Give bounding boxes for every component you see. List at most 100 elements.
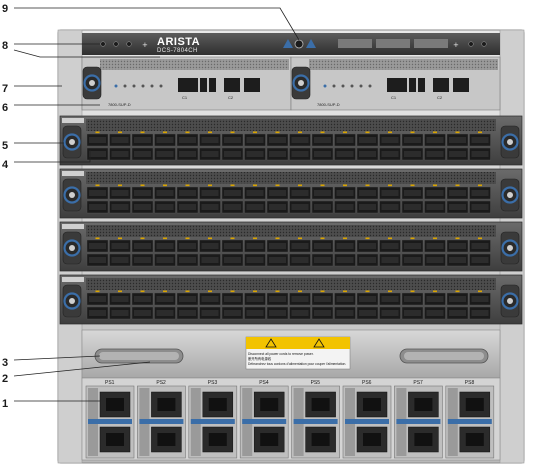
power-supply-label: PS3 bbox=[208, 380, 218, 386]
mgmt-port[interactable] bbox=[433, 78, 449, 92]
port-led bbox=[455, 131, 460, 134]
psu-latch-bar[interactable] bbox=[190, 419, 235, 424]
port-led bbox=[410, 237, 415, 240]
power-inlet[interactable] bbox=[157, 398, 176, 411]
linecard-ejector-right[interactable] bbox=[500, 284, 520, 318]
screw-icon bbox=[126, 41, 132, 47]
port-led bbox=[230, 184, 235, 187]
linecard-ejector-left[interactable] bbox=[62, 178, 82, 212]
power-supply-1: PS1 bbox=[85, 380, 135, 459]
linecard-ejector-right[interactable] bbox=[500, 231, 520, 265]
power-inlet[interactable] bbox=[363, 398, 381, 411]
power-inlet[interactable] bbox=[311, 398, 330, 411]
port-led bbox=[455, 237, 460, 240]
port-led bbox=[478, 131, 482, 134]
status-led bbox=[132, 84, 136, 88]
power-supply-label: PS2 bbox=[156, 380, 166, 386]
port-led bbox=[230, 237, 235, 240]
port-led bbox=[410, 290, 415, 293]
power-inlet[interactable] bbox=[260, 398, 279, 411]
port-led bbox=[208, 290, 212, 293]
usb-port[interactable] bbox=[409, 78, 416, 92]
power-inlet[interactable] bbox=[363, 433, 381, 446]
power-inlet[interactable] bbox=[157, 433, 176, 446]
console-port[interactable] bbox=[387, 78, 407, 92]
psu-latch-bar[interactable] bbox=[447, 419, 492, 424]
screw-icon bbox=[481, 41, 487, 47]
power-inlet[interactable] bbox=[208, 433, 227, 446]
power-inlet[interactable] bbox=[311, 433, 330, 446]
callout-number: 2 bbox=[2, 373, 8, 385]
power-supply-label: PS7 bbox=[413, 380, 423, 386]
status-led bbox=[359, 84, 363, 88]
callout-5: 5 bbox=[2, 140, 64, 152]
status-led bbox=[350, 84, 354, 88]
warning-label: Disconnect all power cords to remove pow… bbox=[245, 336, 351, 370]
power-inlet[interactable] bbox=[465, 398, 484, 411]
port-led bbox=[388, 290, 392, 293]
usb-port[interactable] bbox=[418, 78, 425, 92]
power-inlet[interactable] bbox=[106, 398, 124, 411]
mgmt-port[interactable] bbox=[224, 78, 240, 92]
linecard-ejector-right[interactable] bbox=[500, 178, 520, 212]
callout-number: 9 bbox=[2, 3, 8, 15]
power-inlet[interactable] bbox=[260, 433, 279, 446]
model-label: DCS-7804CH bbox=[157, 48, 198, 54]
brand-logo: ARISTA bbox=[157, 36, 200, 48]
linecard-2 bbox=[59, 168, 523, 219]
linecard-ejector-left[interactable] bbox=[62, 231, 82, 265]
port-led bbox=[185, 184, 190, 187]
mgmt-port[interactable] bbox=[453, 78, 469, 92]
callout-number: 7 bbox=[2, 83, 8, 95]
psu-latch-bar[interactable] bbox=[139, 419, 184, 424]
plus-icon: + bbox=[453, 41, 459, 49]
power-inlet[interactable] bbox=[208, 398, 227, 411]
port-led bbox=[343, 184, 347, 187]
power-inlet[interactable] bbox=[465, 433, 484, 446]
psu-latch-bar[interactable] bbox=[88, 419, 132, 424]
power-inlet[interactable] bbox=[106, 433, 124, 446]
power-supply-5: PS5 bbox=[291, 380, 340, 459]
power-inlet[interactable] bbox=[414, 398, 433, 411]
psu-latch-bar[interactable] bbox=[396, 419, 441, 424]
port-led bbox=[320, 237, 325, 240]
callout-7: 7 bbox=[2, 83, 62, 95]
psu-latch-bar[interactable] bbox=[293, 419, 338, 424]
linecard-ejector-left[interactable] bbox=[62, 284, 82, 318]
warning-line-2: 断开所有电源线 bbox=[248, 356, 272, 361]
port-led bbox=[410, 184, 415, 187]
linecard-label bbox=[62, 277, 84, 282]
port-led bbox=[140, 290, 145, 293]
port-led bbox=[365, 237, 370, 240]
linecard-ejector-right[interactable] bbox=[500, 125, 520, 159]
mgmt-port[interactable] bbox=[244, 78, 260, 92]
port-led bbox=[253, 184, 257, 187]
callout-number: 6 bbox=[2, 102, 8, 114]
psu-latch-bar[interactable] bbox=[345, 419, 389, 424]
power-supply-label: PS4 bbox=[259, 380, 269, 386]
status-led bbox=[332, 84, 336, 88]
port-led bbox=[320, 290, 325, 293]
linecard-3 bbox=[59, 221, 523, 272]
console-port[interactable] bbox=[178, 78, 198, 92]
port-led bbox=[388, 131, 392, 134]
status-led bbox=[368, 84, 372, 88]
port-label: C2 bbox=[437, 95, 443, 100]
port-led bbox=[365, 184, 370, 187]
esd-jack-icon bbox=[294, 39, 304, 49]
port-led bbox=[163, 184, 167, 187]
power-inlet[interactable] bbox=[414, 433, 433, 446]
supervisor-ejector[interactable] bbox=[82, 66, 102, 100]
psu-latch-bar[interactable] bbox=[242, 419, 287, 424]
port-led bbox=[95, 290, 100, 293]
port-led bbox=[208, 131, 212, 134]
power-supply-label: PS8 bbox=[465, 380, 475, 386]
port-led bbox=[433, 184, 437, 187]
warning-line-3: Débranchez tous cordons d'alimentation p… bbox=[248, 362, 346, 366]
usb-port[interactable] bbox=[209, 78, 216, 92]
linecard-ejector-left[interactable] bbox=[62, 125, 82, 159]
supervisor-ejector[interactable] bbox=[291, 66, 311, 100]
port-led bbox=[95, 184, 100, 187]
port-led bbox=[298, 290, 302, 293]
usb-port[interactable] bbox=[200, 78, 207, 92]
